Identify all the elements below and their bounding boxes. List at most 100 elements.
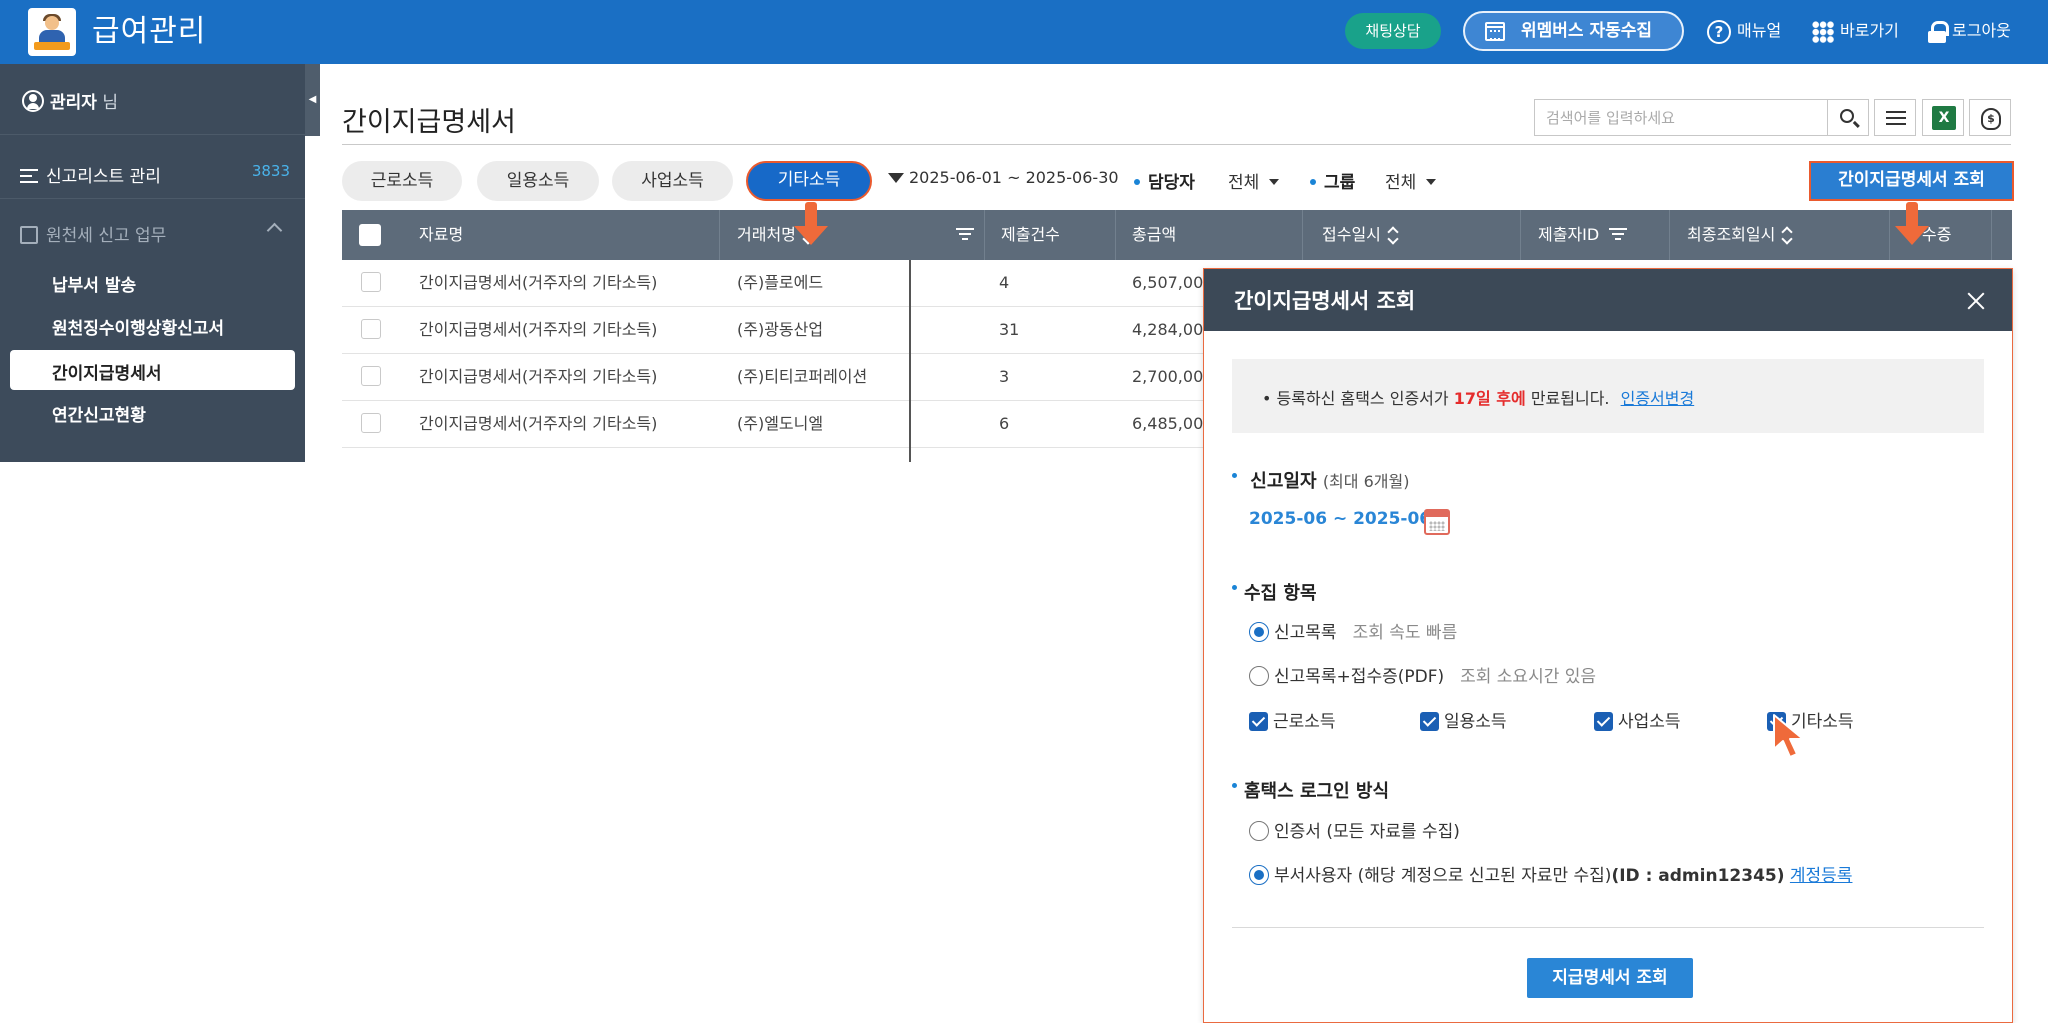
sidebar-collapse-button[interactable]: ◀ — [305, 64, 320, 136]
login-option-label: 부서사용자 (해당 계정으로 신고된 자료만 수집) — [1274, 866, 1612, 886]
chevron-up-icon — [266, 222, 283, 239]
col-last-lookup[interactable]: 최종조회일시 — [1687, 210, 1792, 260]
filter-icon — [956, 228, 974, 240]
login-option-certificate[interactable]: 인증서 (모든 자료를 수집) — [1249, 817, 1460, 842]
submit-lookup-button[interactable]: 지급명세서 조회 — [1527, 958, 1693, 998]
checkbox-earned-income[interactable]: 근로소득 — [1249, 707, 1336, 732]
payment-button[interactable]: $ — [1969, 99, 2011, 136]
calendar-icon[interactable] — [1424, 509, 1450, 535]
sidebar-item-label: 신고리스트 관리 — [46, 167, 161, 187]
sidebar-item-annual-status[interactable]: 연간신고현황 — [52, 401, 146, 426]
row-checkbox[interactable] — [361, 366, 381, 386]
app-title[interactable]: 급여관리 — [92, 10, 206, 54]
simple-payment-lookup-button[interactable]: 간이지급명세서 조회 — [1809, 161, 2014, 201]
calendar-icon — [1485, 22, 1505, 41]
row-checkbox[interactable] — [361, 319, 381, 339]
chat-consult-button[interactable]: 채팅상담 — [1345, 13, 1441, 49]
sidebar-item-simple-payment[interactable]: 간이지급명세서 — [10, 350, 295, 390]
sidebar-item-report-list[interactable]: 신고리스트 관리 3833 — [20, 162, 290, 187]
search-icon — [1840, 109, 1854, 123]
cell-total: 4,284,00 — [1132, 320, 1204, 339]
select-all-checkbox[interactable] — [359, 224, 381, 246]
document-icon — [20, 226, 38, 244]
radio-unselected[interactable] — [1249, 821, 1269, 841]
col-client-label: 거래처명 — [737, 225, 796, 244]
title-divider — [342, 144, 2011, 145]
change-certificate-link[interactable]: 인증서변경 — [1621, 389, 1695, 408]
login-option-dept-user[interactable]: 부서사용자 (해당 계정으로 신고된 자료만 수집)(ID : admin123… — [1249, 861, 1852, 886]
row-checkbox[interactable] — [361, 413, 381, 433]
goto-label: 바로가기 — [1840, 21, 1899, 40]
collect-option-list-pdf[interactable]: 신고목록+접수증(PDF) 조회 소요시간 있음 — [1249, 662, 1596, 687]
modal-divider — [1232, 927, 1984, 928]
certificate-notice: • 등록하신 홈택스 인증서가 17일 후에 만료됩니다. 인증서변경 — [1232, 359, 1984, 433]
radio-unselected[interactable] — [1249, 666, 1269, 686]
column-divider — [1991, 210, 1992, 260]
table-header: 자료명 거래처명 제출건수 총금액 접수일시 제출자ID 최종조회일시 수증 — [342, 210, 2012, 260]
col-last-lookup-label: 최종조회일시 — [1687, 225, 1776, 244]
report-date-hint: (최대 6개월) — [1322, 472, 1410, 491]
page-title: 간이지급명세서 — [342, 107, 516, 138]
checkbox-daily-income[interactable]: 일용소득 — [1420, 707, 1507, 732]
cell-client: (주)광동산업 — [737, 320, 824, 339]
col-received[interactable]: 접수일시 — [1322, 210, 1398, 260]
logout-label: 로그아웃 — [1952, 21, 2011, 40]
cell-total: 6,485,00 — [1132, 414, 1204, 433]
cell-total: 6,507,00 — [1132, 273, 1204, 292]
list-view-button[interactable] — [1874, 99, 1916, 136]
close-icon[interactable] — [1966, 291, 1986, 311]
sidebar-item-withholding-report[interactable]: 원천징수이행상황신고서 — [52, 314, 224, 339]
sidebar-divider — [0, 134, 305, 135]
report-date-range[interactable]: 2025-06 ~ 2025-06 — [1249, 509, 1431, 529]
col-total[interactable]: 총금액 — [1132, 210, 1176, 260]
modal-title: 간이지급명세서 조회 — [1234, 289, 1416, 313]
row-checkbox[interactable] — [361, 272, 381, 292]
cell-name: 간이지급명세서(거주자의 기타소득) — [419, 273, 658, 292]
logout-link[interactable]: 로그아웃 — [1928, 16, 2011, 46]
register-account-link[interactable]: 계정등록 — [1790, 866, 1853, 886]
col-count[interactable]: 제출건수 — [1001, 210, 1060, 260]
manager-filter-dropdown[interactable]: 전체 — [1228, 168, 1279, 193]
report-date-label: 신고일자 — [1250, 471, 1317, 492]
col-filter[interactable] — [946, 210, 974, 260]
checkbox-checked[interactable] — [1594, 712, 1613, 731]
excel-export-button[interactable]: X — [1922, 99, 1964, 136]
group-filter-dropdown[interactable]: 전체 — [1385, 168, 1436, 193]
help-icon: ? — [1707, 19, 1731, 44]
login-id-text: (ID : admin12345) — [1611, 866, 1785, 886]
frozen-column-divider — [909, 260, 911, 462]
collect-option-hint: 조회 소요시간 있음 — [1460, 667, 1597, 687]
search-button[interactable] — [1827, 99, 1869, 136]
notice-days: 17일 후에 — [1453, 389, 1526, 408]
filter-icon — [1609, 228, 1628, 240]
tab-earned-income[interactable]: 근로소득 — [342, 161, 462, 201]
logo-icon[interactable] — [28, 8, 76, 56]
checkbox-business-income[interactable]: 사업소득 — [1594, 707, 1681, 732]
column-divider — [1302, 210, 1303, 260]
wemembus-auto-collect-button[interactable]: 위멤버스 자동수집 — [1463, 11, 1684, 51]
radio-selected[interactable] — [1249, 865, 1269, 885]
col-submitter-label: 제출자ID — [1538, 225, 1600, 244]
collect-option-label: 신고목록+접수증(PDF) — [1274, 667, 1445, 687]
collect-option-list[interactable]: 신고목록 조회 속도 빠름 — [1249, 618, 1457, 643]
sidebar-item-payment-send[interactable]: 납부서 발송 — [52, 271, 136, 296]
checkbox-checked[interactable] — [1420, 712, 1439, 731]
search-input[interactable] — [1535, 100, 1829, 135]
cell-name: 간이지급명세서(거주자의 기타소득) — [419, 320, 658, 339]
wemembus-auto-collect-label: 위멤버스 자동수집 — [1521, 21, 1653, 41]
sidebar-group-withholding[interactable]: 원천세 신고 업무 — [20, 221, 290, 246]
notice-suffix: 만료됩니다. — [1530, 389, 1610, 408]
col-name[interactable]: 자료명 — [419, 210, 463, 260]
manual-link[interactable]: ? 매뉴얼 — [1707, 16, 1781, 46]
goto-link[interactable]: 바로가기 — [1812, 16, 1899, 46]
list-icon — [20, 169, 38, 183]
sidebar-group-label: 원천세 신고 업무 — [46, 226, 167, 246]
tab-other-income[interactable]: 기타소득 — [746, 161, 872, 201]
date-filter[interactable]: 2025-06-01 ~ 2025-06-30 — [888, 168, 1119, 187]
checkbox-checked[interactable] — [1249, 712, 1268, 731]
report-count-badge: 3833 — [251, 162, 290, 180]
tab-business-income[interactable]: 사업소득 — [612, 161, 733, 201]
col-submitter[interactable]: 제출자ID — [1538, 210, 1628, 260]
tab-daily-income[interactable]: 일용소득 — [477, 161, 599, 201]
radio-selected[interactable] — [1249, 622, 1269, 642]
